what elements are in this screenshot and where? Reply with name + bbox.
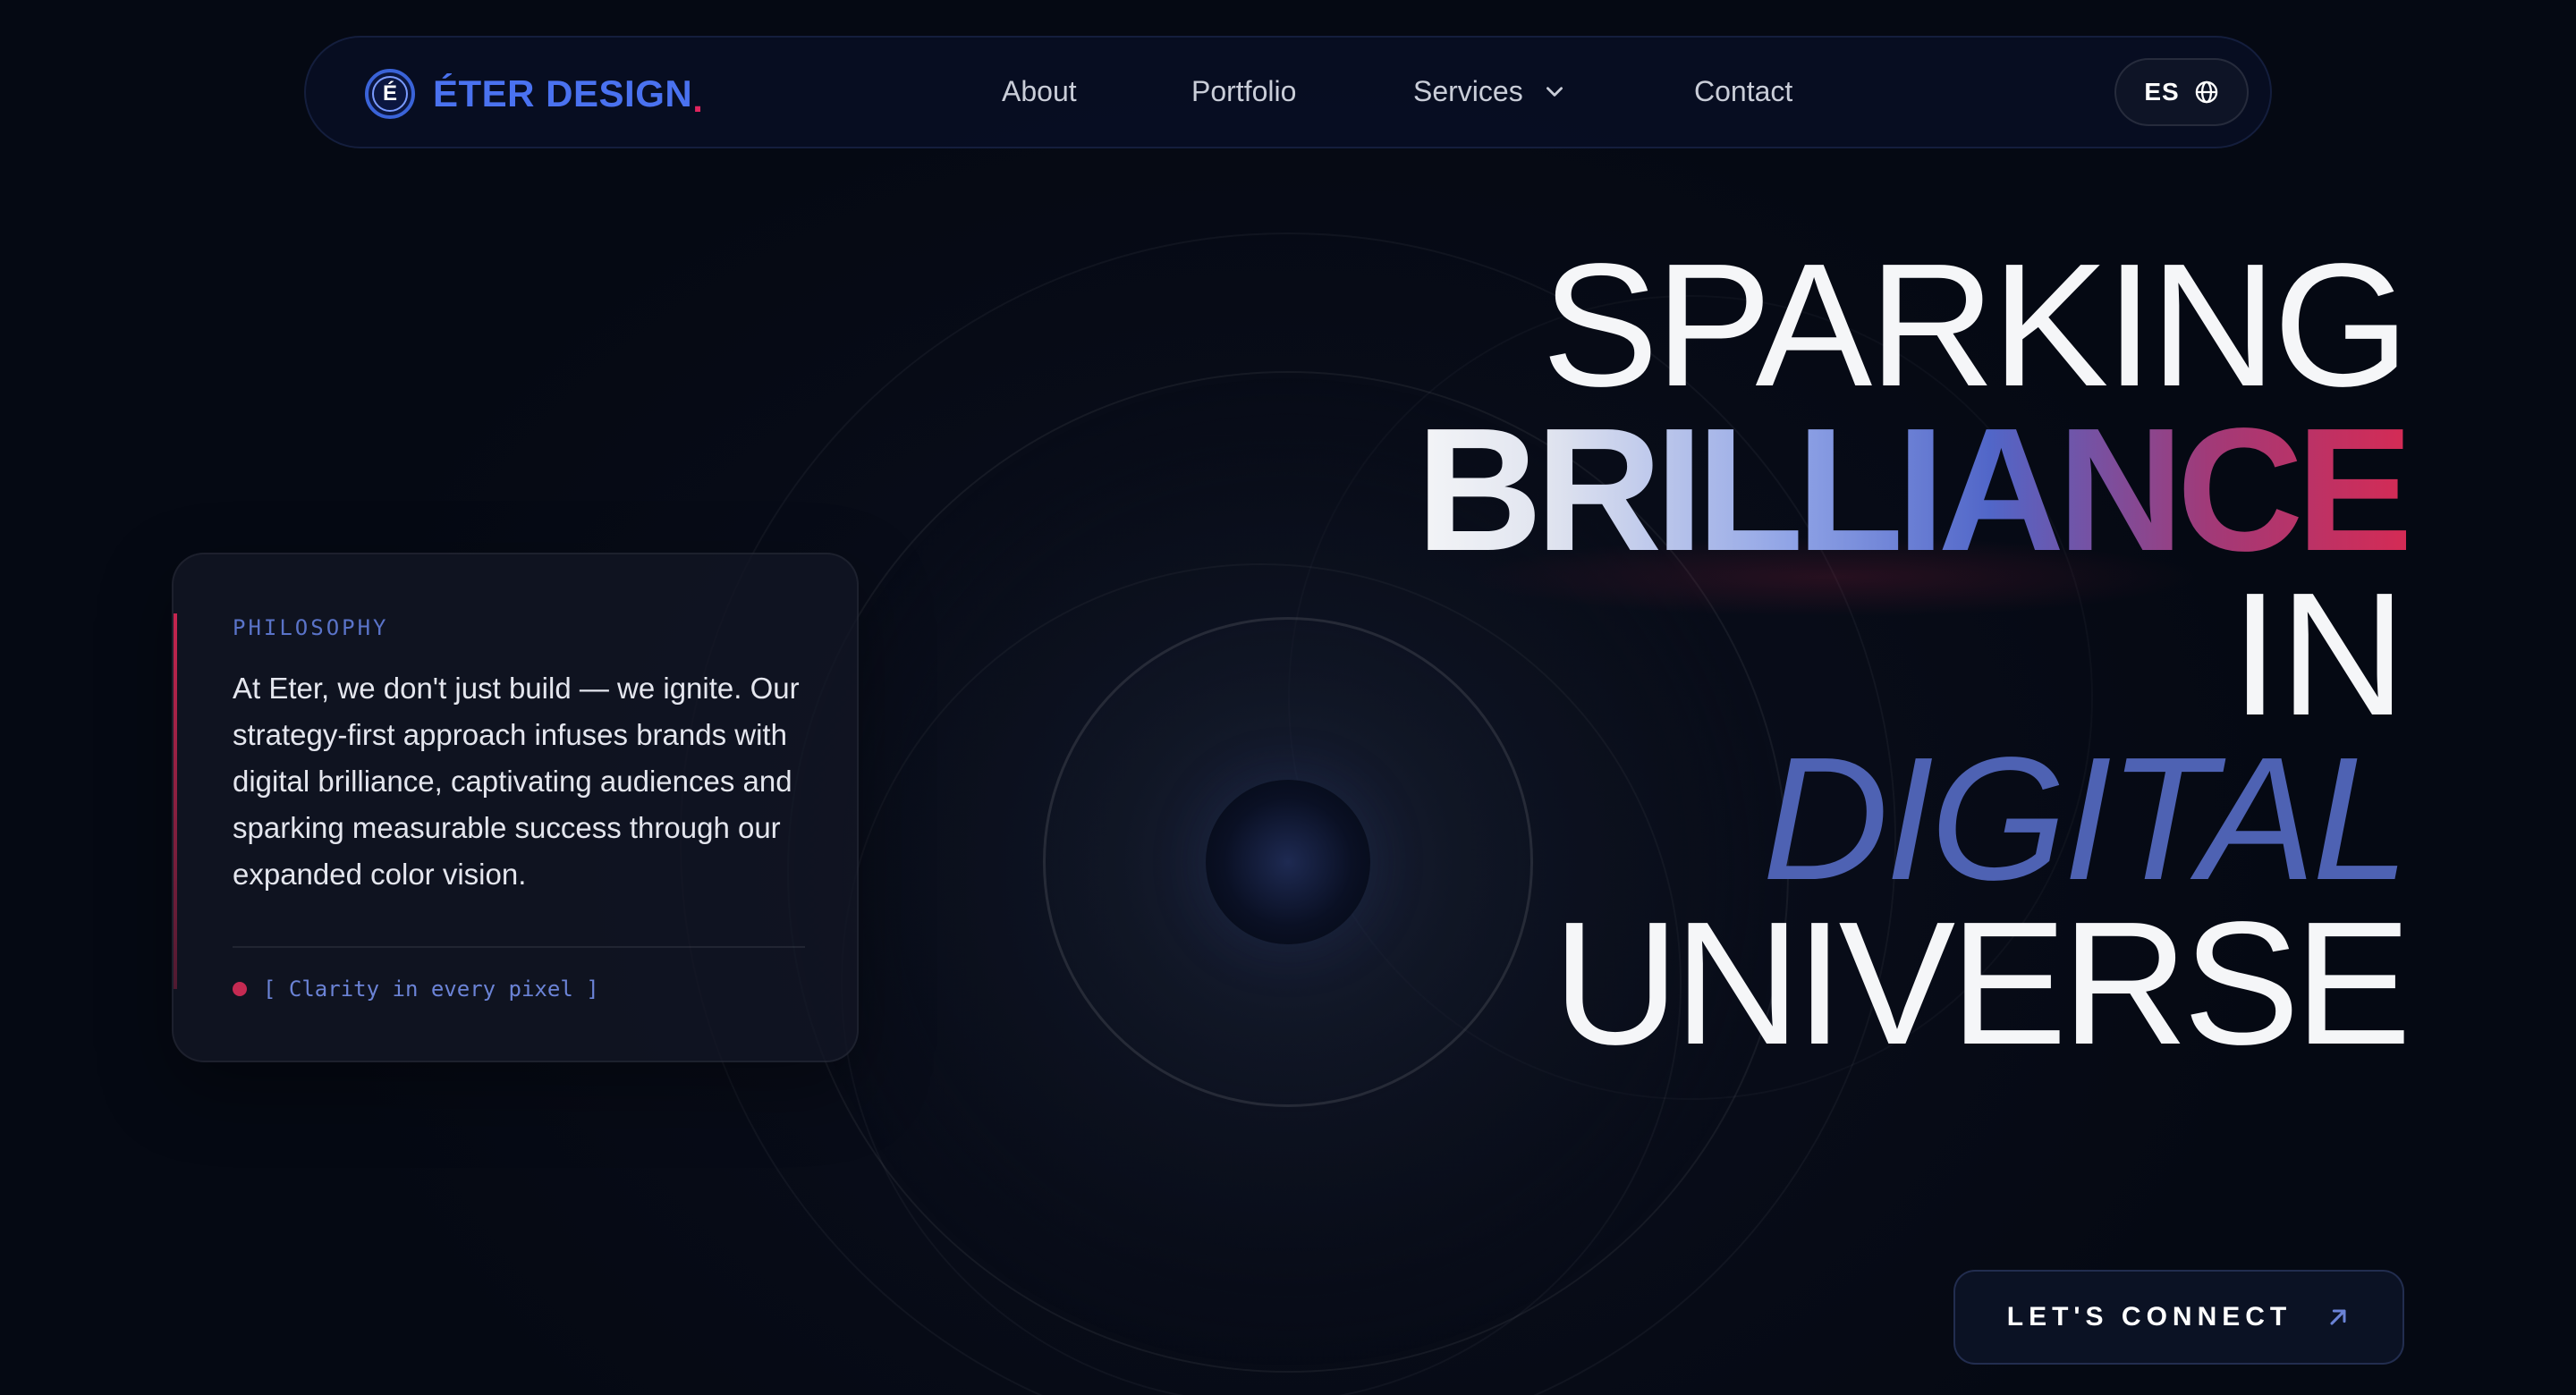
brand-dot: . xyxy=(692,78,703,120)
top-navigation: É ÉTER DESIGN . About Portfolio Services… xyxy=(304,36,2272,148)
philosophy-kicker: PHILOSOPHY xyxy=(233,615,389,640)
nav-link-portfolio[interactable]: Portfolio xyxy=(1191,73,1296,109)
status-dot-icon xyxy=(233,982,247,996)
language-label: ES xyxy=(2144,78,2180,106)
lets-connect-label: LET'S CONNECT xyxy=(2006,1302,2292,1332)
globe-icon xyxy=(2195,80,2217,104)
headline-line-universe: UNIVERSE xyxy=(1552,885,2411,1081)
lets-connect-button[interactable]: LET'S CONNECT xyxy=(1953,1270,2404,1365)
philosophy-tag-text: [ Clarity in every pixel ] xyxy=(263,976,599,1002)
nav-link-services-label: Services xyxy=(1413,75,1523,107)
headline-line-digital: DIGITAL xyxy=(1762,721,2410,917)
philosophy-tag: [ Clarity in every pixel ] xyxy=(233,976,599,1002)
logo-icon: É xyxy=(365,69,415,119)
hero-section: É ÉTER DESIGN . About Portfolio Services… xyxy=(0,0,2576,1395)
nav-link-about[interactable]: About xyxy=(1002,73,1077,109)
chevron-down-icon xyxy=(1546,87,1563,97)
brand-name: ÉTER DESIGN xyxy=(433,72,693,114)
headline-line-brilliance: BRILLIANCE xyxy=(1416,392,2413,588)
philosophy-card: PHILOSOPHY At Eter, we don't just build … xyxy=(172,553,859,1062)
headline-line-in: IN xyxy=(2231,556,2406,752)
brand-logo-link[interactable]: É ÉTER DESIGN . xyxy=(365,67,703,121)
nav-link-services[interactable]: Services xyxy=(1413,73,1566,109)
card-accent-bar xyxy=(174,613,177,989)
headline-line-sparking: SPARKING xyxy=(1541,227,2410,423)
hero-headline: SPARKING BRILLIANCE IN DIGITAL UNIVERSE xyxy=(1416,227,2413,1081)
card-divider xyxy=(233,946,805,948)
glowing-orb xyxy=(1206,780,1370,944)
arrow-up-right-icon xyxy=(2330,1309,2346,1325)
logo-letter: É xyxy=(372,76,408,112)
philosophy-text: At Eter, we don't just build — we ignite… xyxy=(233,672,800,891)
language-switch-button[interactable]: ES xyxy=(2114,58,2249,126)
nav-link-contact[interactable]: Contact xyxy=(1694,73,1792,109)
